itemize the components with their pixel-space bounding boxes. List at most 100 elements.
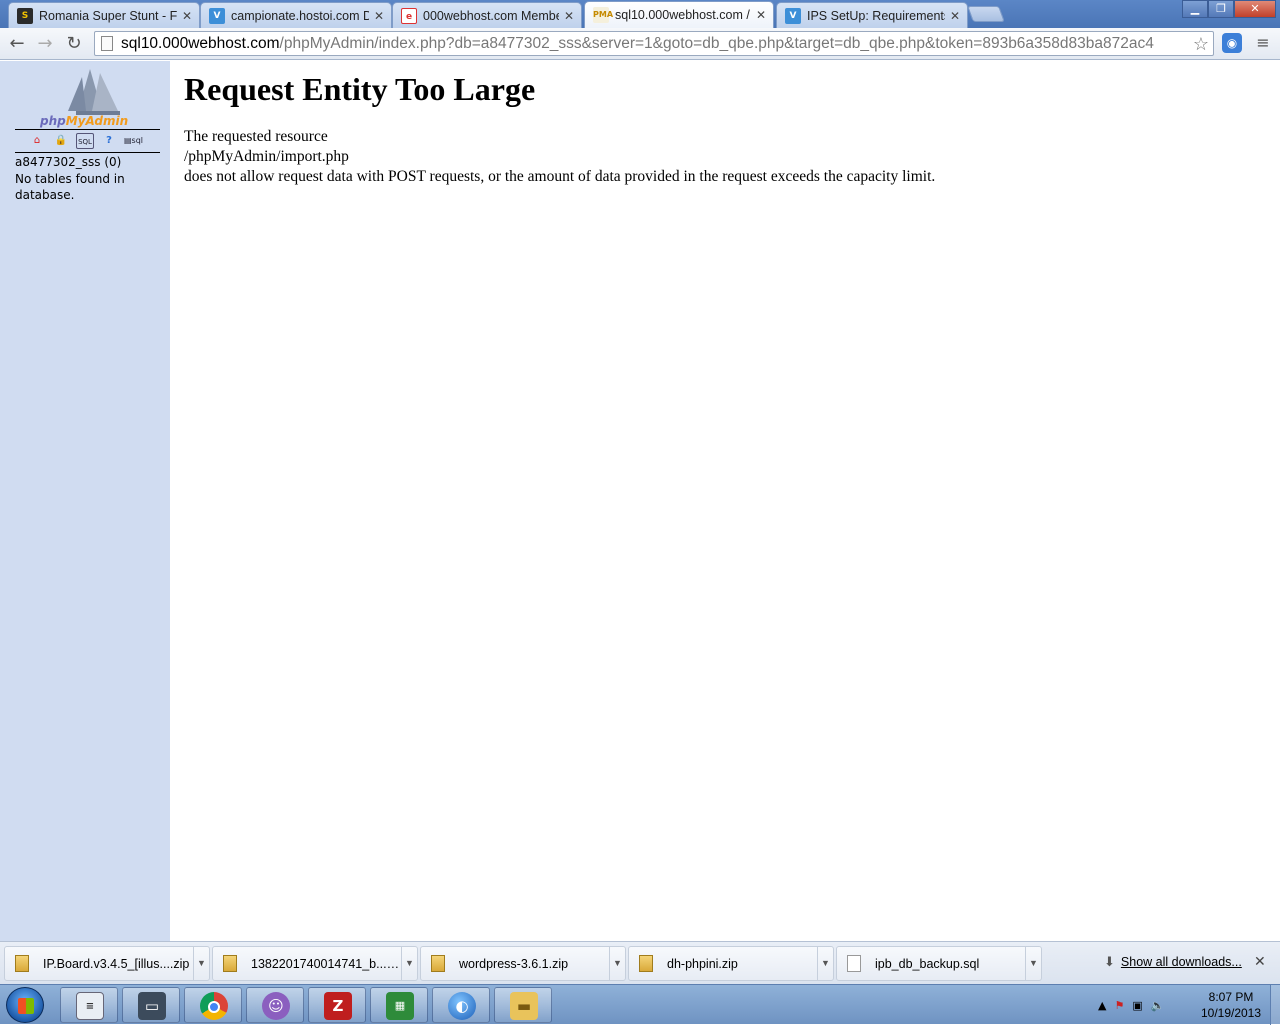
tab-close-icon[interactable]: ✕ — [373, 9, 385, 23]
forum-favicon-icon: S — [17, 7, 33, 24]
page-icon — [101, 36, 113, 51]
tab-title: sql10.000webhost.com / lo — [615, 8, 751, 22]
folder-icon: ▬ — [510, 992, 538, 1020]
chrome-menu-icon[interactable]: ≡ — [1254, 33, 1272, 53]
tab-campionate-hostoi[interactable]: V campionate.hostoi.com D ✕ — [200, 2, 392, 28]
download-item[interactable]: wordpress-3.6.1.zip ▼ — [420, 946, 626, 981]
restore-icon[interactable]: ❐ — [1208, 0, 1234, 18]
sql-query-icon[interactable]: SQL — [76, 133, 94, 149]
google-earth-icon: ◐ — [448, 992, 476, 1020]
pma-navigation-frame: phpMyAdmin ⌂ 🔒 SQL ? ▤sql a8477302_sss (… — [0, 61, 170, 941]
dropdown-arrow-icon[interactable]: ▼ — [193, 947, 209, 980]
download-item[interactable]: IP.Board.v3.4.5_[illus....zip ▼ — [4, 946, 210, 981]
download-filename: ipb_db_backup.sql — [875, 956, 980, 971]
pma-toolbar: ⌂ 🔒 SQL ? ▤sql — [28, 133, 143, 149]
taskbar-app-messenger[interactable]: ☺ — [246, 987, 304, 1023]
minimize-icon[interactable]: ▁ — [1182, 0, 1208, 18]
filezilla-icon: Z — [324, 992, 352, 1020]
download-item[interactable]: 1382201740014741_b....zip ▼ — [212, 946, 418, 981]
download-filename: wordpress-3.6.1.zip — [459, 956, 569, 971]
page-title: Request Entity Too Large — [184, 71, 536, 107]
bookmark-star-icon[interactable]: ☆ — [1192, 34, 1209, 55]
clock-time: 8:07 PM — [1208, 990, 1254, 1004]
action-center-flag-icon[interactable]: ⚑ — [1114, 999, 1124, 1012]
zip-file-icon — [223, 955, 237, 972]
taskbar-app-filezilla[interactable]: Z — [308, 987, 366, 1023]
zip-file-icon — [15, 955, 29, 972]
dropdown-arrow-icon[interactable]: ▼ — [401, 947, 417, 980]
spreadsheet-icon: ▦ — [386, 992, 414, 1020]
download-item[interactable]: dh-phpini.zip ▼ — [628, 946, 834, 981]
taskbar-app-google-earth[interactable]: ◐ — [432, 987, 490, 1023]
pma-favicon-icon: PMA — [593, 7, 613, 23]
url-host: sql10.000webhost.com — [121, 34, 280, 52]
computer-icon: ▭ — [138, 992, 166, 1020]
document-file-icon — [847, 955, 861, 972]
dropdown-arrow-icon[interactable]: ▼ — [609, 947, 625, 980]
browser-tab-strip: S Romania Super Stunt - Fo ✕ V campionat… — [0, 0, 1280, 28]
network-icon[interactable]: ▣ — [1132, 999, 1142, 1012]
close-shelf-icon[interactable]: ✕ — [1254, 954, 1266, 970]
start-button[interactable] — [6, 987, 44, 1023]
tab-close-icon[interactable]: ✕ — [755, 8, 767, 22]
show-all-downloads-link[interactable]: Show all downloads... — [1121, 955, 1242, 969]
tab-title: campionate.hostoi.com D — [231, 8, 369, 23]
browser-toolbar: ← → ↻ sql10.000webhost.com/phpMyAdmin/in… — [0, 28, 1280, 60]
no-tables-message: No tables found in database. — [15, 172, 125, 202]
divider — [15, 152, 160, 153]
download-filename: dh-phpini.zip — [667, 956, 738, 971]
download-filename: 1382201740014741_b....zip — [251, 956, 401, 971]
divider — [15, 129, 160, 130]
000webhost-favicon-icon: e — [401, 7, 417, 24]
phpmyadmin-logo[interactable]: phpMyAdmin — [38, 67, 142, 129]
tab-close-icon[interactable]: ✕ — [563, 9, 575, 23]
tab-ips-setup[interactable]: V IPS SetUp: Requirements ✕ — [776, 2, 968, 28]
home-icon[interactable]: ⌂ — [28, 133, 46, 149]
address-bar[interactable]: sql10.000webhost.com/phpMyAdmin/index.ph… — [94, 31, 1214, 56]
tab-sql10-phpmyadmin[interactable]: PMA sql10.000webhost.com / lo ✕ — [584, 1, 774, 28]
download-item[interactable]: ipb_db_backup.sql ▼ — [836, 946, 1042, 981]
clock-date: 10/19/2013 — [1200, 1006, 1262, 1020]
tab-romania-super-stunt[interactable]: S Romania Super Stunt - Fo ✕ — [8, 2, 200, 28]
logout-icon[interactable]: 🔒 — [52, 133, 70, 149]
show-desktop-button[interactable] — [1270, 985, 1280, 1025]
show-all-downloads[interactable]: ⬇ Show all downloads... — [1104, 954, 1242, 970]
dropdown-arrow-icon[interactable]: ▼ — [817, 947, 833, 980]
taskbar-app-notepad[interactable]: ≡ — [60, 987, 118, 1023]
url-path: /phpMyAdmin/index.php?db=a8477302_sss&se… — [279, 34, 1154, 52]
zip-file-icon — [431, 955, 445, 972]
window-close-icon[interactable]: ✕ — [1234, 0, 1276, 18]
error-message: The requested resource /phpMyAdmin/impor… — [184, 127, 1264, 187]
dropdown-arrow-icon[interactable]: ▼ — [1025, 947, 1041, 980]
downloads-shelf: IP.Board.v3.4.5_[illus....zip ▼ 13822017… — [0, 941, 1280, 984]
taskbar-app-spreadsheet[interactable]: ▦ — [370, 987, 428, 1023]
hostoi-favicon-icon: V — [209, 7, 225, 24]
tab-000webhost-member[interactable]: e 000webhost.com Member ✕ — [392, 2, 582, 28]
forward-arrow-icon[interactable]: → — [33, 32, 57, 56]
messenger-icon: ☺ — [262, 992, 290, 1020]
ips-favicon-icon: V — [785, 7, 801, 24]
reload-icon[interactable]: ↻ — [62, 32, 86, 56]
sql-docs-icon[interactable]: ▤sql — [124, 133, 143, 149]
volume-icon[interactable]: 🔈 — [1151, 999, 1165, 1012]
taskbar-app-chrome[interactable] — [184, 987, 242, 1023]
tab-title: IPS SetUp: Requirements — [807, 8, 945, 23]
system-tray: ▲ ⚑ ▣ 🔈 — [1098, 985, 1164, 1025]
taskbar-app-explorer[interactable]: ▬ — [494, 987, 552, 1023]
system-clock[interactable]: 8:07 PM 10/19/2013 — [1196, 989, 1266, 1021]
database-name[interactable]: a8477302_sss (0) — [15, 155, 121, 169]
tab-close-icon[interactable]: ✕ — [949, 9, 961, 23]
error-line: does not allow request data with POST re… — [184, 168, 936, 185]
svg-text:phpMyAdmin: phpMyAdmin — [39, 114, 128, 128]
error-line: The requested resource — [184, 128, 328, 145]
back-arrow-icon[interactable]: ← — [5, 32, 29, 56]
download-arrow-icon: ⬇ — [1104, 954, 1115, 969]
tab-title: 000webhost.com Member — [423, 8, 559, 23]
tab-close-icon[interactable]: ✕ — [181, 9, 193, 23]
notepad-icon: ≡ — [76, 992, 104, 1020]
taskbar-app-computer[interactable]: ▭ — [122, 987, 180, 1023]
help-icon[interactable]: ? — [100, 133, 118, 149]
show-hidden-icons-icon[interactable]: ▲ — [1098, 999, 1106, 1012]
extension-icon[interactable]: ◉ — [1222, 33, 1242, 53]
new-tab-button[interactable] — [967, 6, 1005, 22]
